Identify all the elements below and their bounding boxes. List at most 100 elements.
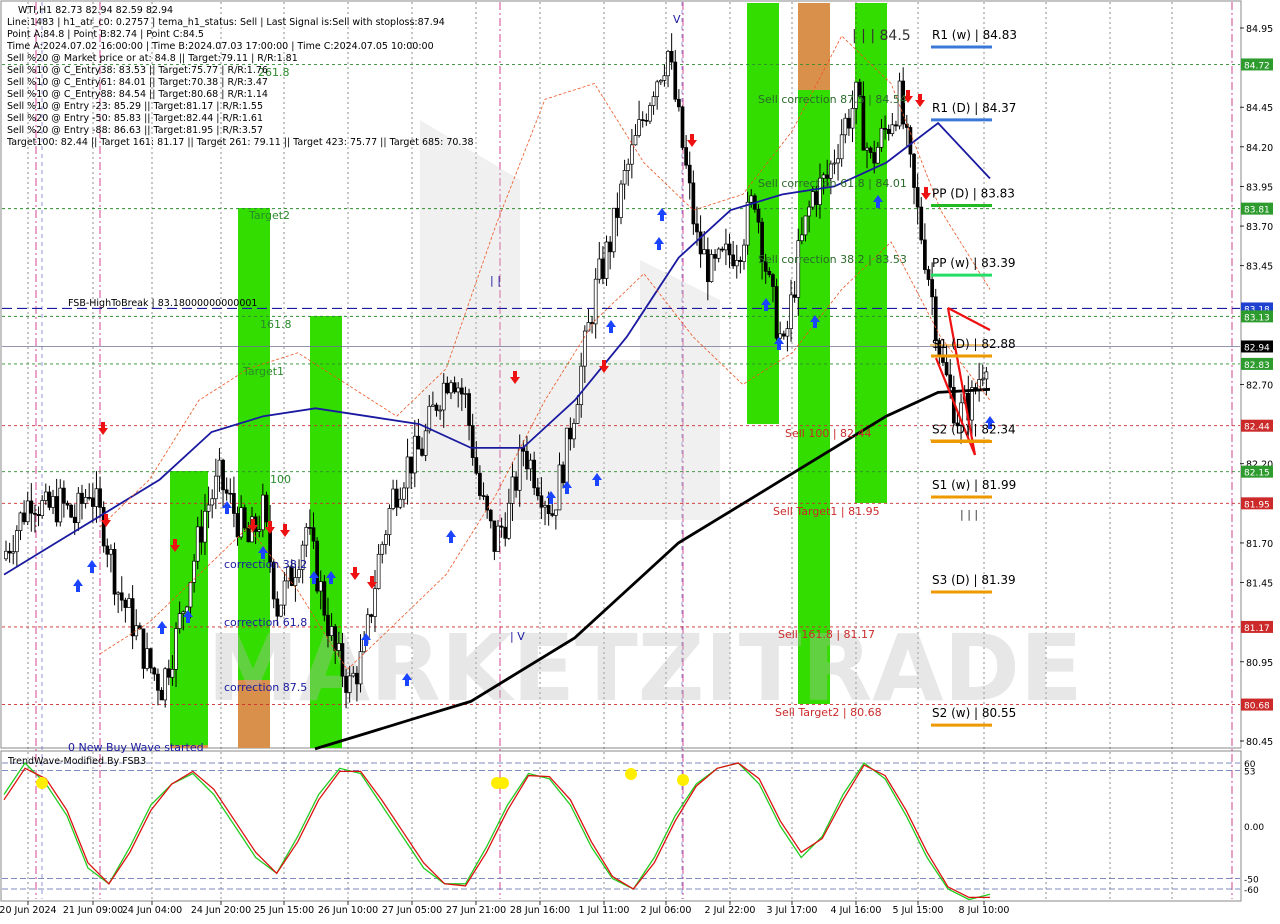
- candle-body: [687, 164, 692, 184]
- price-tag-label: 83.81: [1244, 206, 1270, 216]
- candle-body: [499, 525, 504, 528]
- y-tick-label: 83.70: [1246, 222, 1273, 233]
- candle-body: [206, 504, 211, 512]
- candle-body: [630, 144, 634, 165]
- candle-body: [369, 614, 374, 617]
- candle-body: [438, 409, 442, 412]
- osc-y-label: 53: [1244, 767, 1255, 777]
- candle-body: [420, 448, 424, 456]
- candle-body: [326, 614, 330, 637]
- candle-body: [25, 500, 30, 523]
- candle-body: [257, 529, 262, 532]
- candle-body: [58, 487, 63, 523]
- candle-body: [803, 215, 808, 236]
- candle-body: [796, 240, 801, 298]
- candle-body: [181, 611, 186, 614]
- candle-body: [734, 260, 739, 267]
- x-tick-label: 28 Jun 16:00: [510, 905, 570, 916]
- candle-body: [684, 147, 688, 166]
- x-tick-label: 3 Jul 17:00: [767, 905, 818, 916]
- candle-body: [695, 223, 699, 233]
- candle-body: [72, 516, 77, 524]
- x-tick-label: 4 Jul 16:00: [831, 905, 882, 916]
- zone-label: Target2: [248, 209, 290, 222]
- zone-label: Sell Target2 | 80.68: [775, 706, 882, 719]
- info-line: Sell %20 @ Entry -50: 85.83 || Target:82…: [7, 113, 263, 124]
- zone-label: Sell correction 61.8 | 84.01: [758, 177, 907, 190]
- candle-body: [199, 526, 204, 543]
- candle-body: [745, 201, 750, 246]
- candle-body: [98, 488, 102, 508]
- chart-canvas[interactable]: MARKETZITRADE Sell correction 87.5 | 84.…: [0, 0, 1280, 920]
- candle-body: [604, 241, 609, 279]
- zone-label: | |: [490, 274, 501, 287]
- zone-label: 100: [270, 473, 291, 486]
- candle-body: [564, 427, 569, 484]
- zone-label: Sell Target1 | 81.95: [773, 505, 880, 518]
- zone-label: | V: [510, 630, 525, 643]
- candle-body: [40, 500, 45, 516]
- x-tick-label: 20 Jun 2024: [0, 905, 57, 916]
- candle-body: [474, 457, 479, 474]
- candle-body: [872, 152, 877, 164]
- candle-body: [919, 206, 924, 241]
- pivot-label: S3 (D) | 81.39: [932, 573, 1016, 587]
- candle-body: [611, 207, 616, 253]
- candle-body: [358, 651, 363, 685]
- x-tick-label: 5 Jul 15:00: [893, 905, 944, 916]
- signal-dot: [497, 777, 509, 789]
- candle-body: [702, 249, 707, 255]
- candle-body: [246, 527, 251, 543]
- candle-body: [217, 459, 222, 477]
- fsb-label: FSB-HighToBreak | 83.18000000000001: [68, 298, 257, 309]
- candle-body: [666, 51, 670, 77]
- candle-body: [800, 234, 804, 242]
- pivot-label: S2 (D) | 82.34: [932, 423, 1016, 437]
- candle-body: [528, 459, 533, 470]
- candle-body: [322, 581, 327, 616]
- candle-body: [839, 134, 844, 160]
- price-tag-label: 83.13: [1244, 313, 1270, 323]
- x-tick-label: 8 Jul 10:00: [959, 905, 1010, 916]
- candle-body: [4, 550, 8, 560]
- candle-body: [648, 105, 652, 122]
- candle-body: [980, 378, 985, 381]
- candle-body: [423, 430, 428, 456]
- candle-body: [836, 158, 840, 164]
- candle-body: [351, 672, 356, 677]
- zone-label: 161.8: [260, 318, 292, 331]
- candle-body: [716, 248, 721, 259]
- candle-body: [575, 404, 580, 424]
- pivot-label: R1 (w) | 84.83: [932, 28, 1017, 42]
- pivot-label: PP (w) | 83.39: [932, 256, 1016, 270]
- candle-body: [792, 294, 797, 298]
- candle-body: [384, 534, 388, 545]
- candle-body: [7, 550, 12, 554]
- y-tick-label: 83.45: [1246, 262, 1273, 273]
- x-tick-label: 2 Jul 06:00: [641, 905, 692, 916]
- candle-body: [18, 512, 23, 531]
- osc-y-label: -60: [1244, 886, 1259, 896]
- price-tag-label: 82.15: [1244, 469, 1270, 479]
- candle-body: [488, 509, 493, 522]
- candle-body: [514, 476, 518, 491]
- x-tick-label: 24 Jun 04:00: [122, 905, 182, 916]
- candle-body: [930, 279, 934, 298]
- candle-body: [865, 147, 869, 151]
- candle-body: [771, 274, 775, 287]
- candle-body: [156, 673, 160, 691]
- osc-y-label: 0.00: [1244, 823, 1264, 833]
- candle-body: [503, 526, 508, 539]
- zone-label: 0 New Buy Wave started: [68, 741, 204, 754]
- y-tick-label: 80.45: [1246, 737, 1273, 748]
- candle-body: [434, 404, 439, 411]
- info-line: Sell %10 @ Entry -23: 85.29 || Target:81…: [7, 101, 263, 112]
- candle-body: [347, 675, 352, 693]
- candle-body: [376, 553, 381, 589]
- zone-rect: [170, 471, 208, 748]
- candle-body: [174, 628, 178, 670]
- candle-body: [651, 96, 656, 106]
- zone-label: correction 38.2: [224, 558, 307, 571]
- candle-body: [130, 598, 135, 637]
- y-tick-label: 84.45: [1246, 103, 1273, 114]
